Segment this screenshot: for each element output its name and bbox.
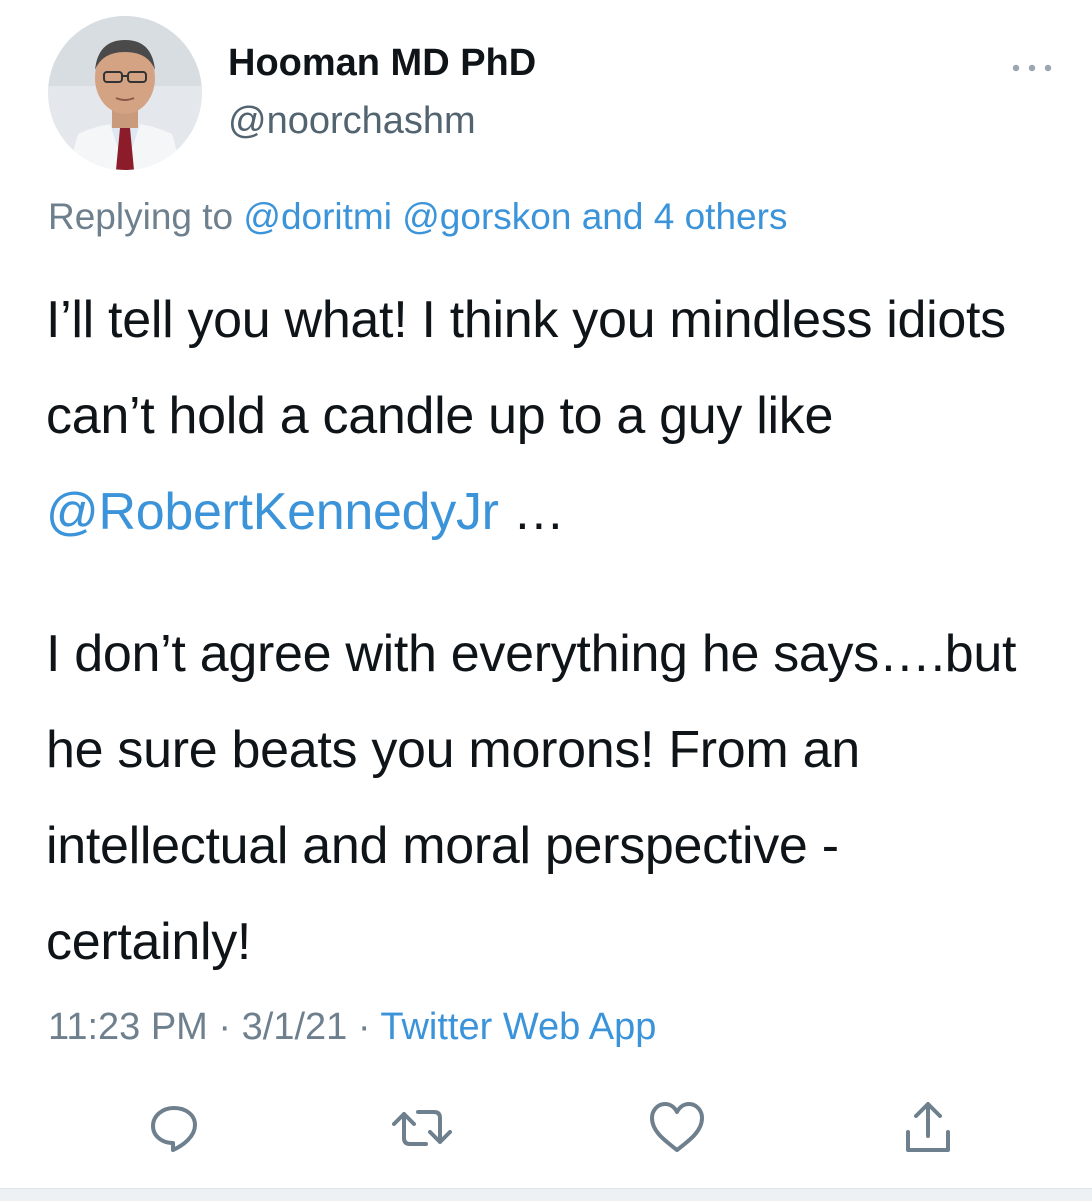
reply-mention-gorskon[interactable]: @gorskon: [402, 196, 571, 237]
reply-mention-doritmi[interactable]: @doritmi: [243, 196, 392, 237]
meta-separator: ·: [207, 1006, 242, 1048]
tweet-meta: 11:23 PM · 3/1/21 · Twitter Web App: [48, 1006, 656, 1049]
avatar-image: [48, 16, 202, 170]
tweet-detail: Hooman MD PhD @noorchashm Replying to @d…: [0, 0, 1092, 1201]
tweet-paragraph-2: I don’t agree with everything he says….b…: [46, 625, 1017, 971]
tweet-paragraph-1: I’ll tell you what! I think you mindless…: [46, 272, 1056, 560]
user-handle[interactable]: @noorchashm: [228, 100, 476, 143]
reply-others-link[interactable]: and 4 others: [582, 196, 788, 237]
tweet-date[interactable]: 3/1/21: [242, 1006, 348, 1048]
replying-prefix: Replying to: [48, 196, 244, 237]
meta-separator: ·: [347, 1006, 381, 1048]
share-icon[interactable]: [900, 1100, 956, 1156]
divider: [0, 1188, 1092, 1201]
tweet-text-part: I’ll tell you what! I think you mindless…: [46, 291, 1006, 445]
action-bar: [0, 1100, 1092, 1160]
heart-icon[interactable]: [648, 1100, 704, 1156]
display-name[interactable]: Hooman MD PhD: [228, 42, 536, 85]
mention-robertkennedyjr[interactable]: @RobertKennedyJr: [46, 483, 499, 541]
replying-to: Replying to @doritmi @gorskon and 4 othe…: [48, 196, 787, 238]
tweet-text-ellipsis: …: [498, 483, 565, 541]
tweet-source[interactable]: Twitter Web App: [380, 1006, 656, 1048]
tweet-time[interactable]: 11:23 PM: [48, 1006, 208, 1048]
more-horizontal-icon[interactable]: [1008, 58, 1056, 78]
avatar[interactable]: [48, 16, 202, 170]
reply-bubble-icon[interactable]: [146, 1100, 202, 1156]
retweet-icon[interactable]: [392, 1100, 452, 1156]
tweet-text: I’ll tell you what! I think you mindless…: [46, 272, 1056, 990]
